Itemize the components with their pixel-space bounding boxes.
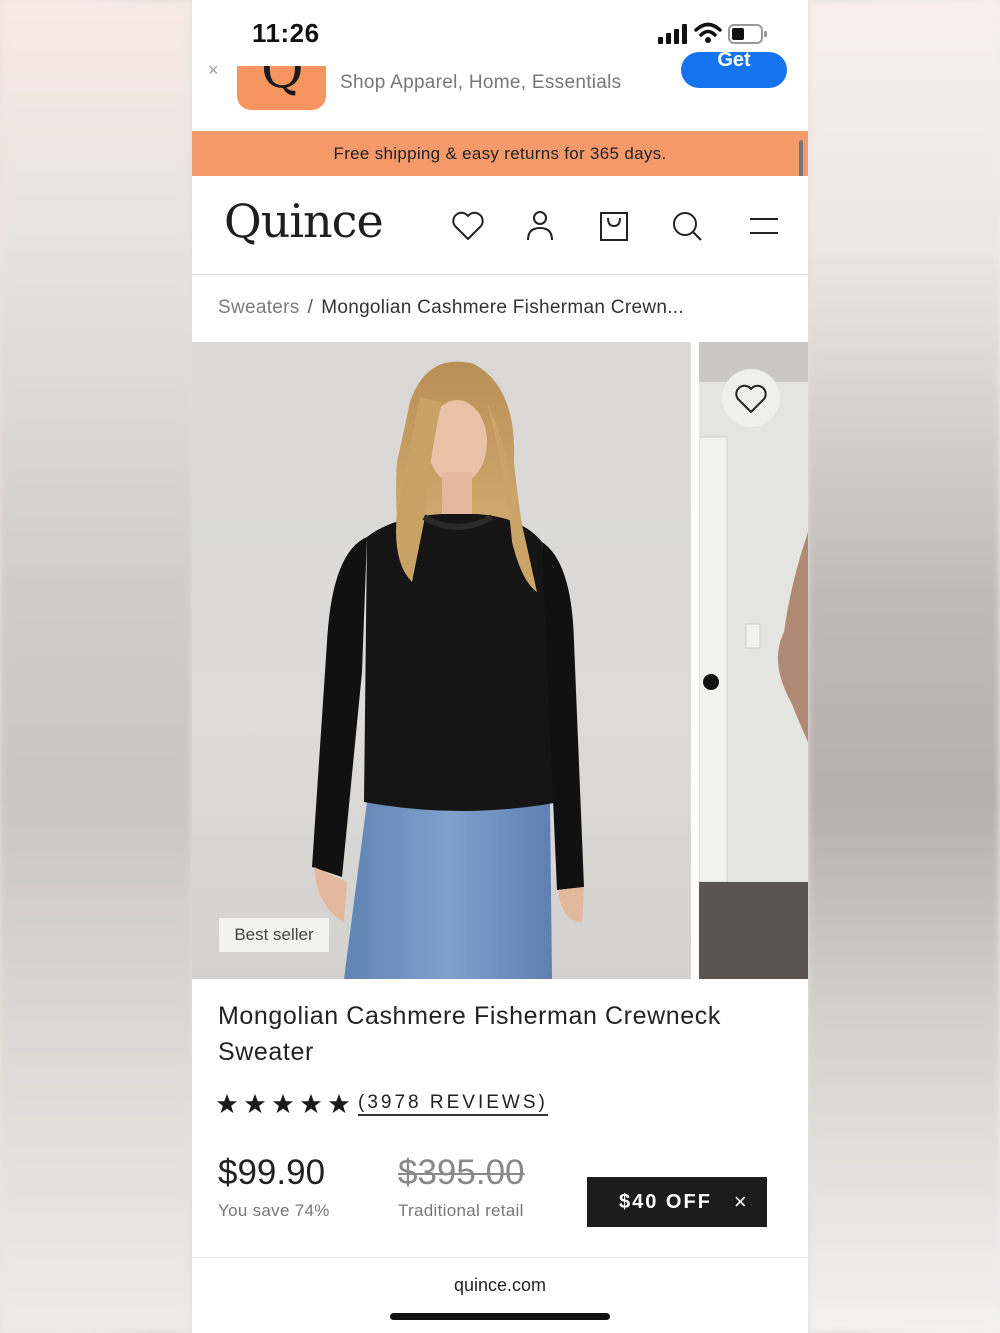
app-icon-letter: Q xyxy=(261,66,304,100)
home-indicator[interactable] xyxy=(390,1313,610,1320)
breadcrumb: Sweaters / Mongolian Cashmere Fisherman Cr… xyxy=(218,297,684,319)
discount-offer-button[interactable]: $40 OFF × xyxy=(587,1177,767,1227)
get-app-button[interactable]: Get xyxy=(681,52,787,88)
quince-app-icon: Q xyxy=(237,66,326,110)
savings-text: You save 74% xyxy=(218,1201,330,1220)
divider xyxy=(192,1257,808,1258)
account-icon[interactable] xyxy=(522,208,558,244)
heart-icon[interactable] xyxy=(450,208,486,244)
browser-url[interactable]: quince.com xyxy=(192,1275,808,1296)
discount-label: $40 OFF xyxy=(619,1190,712,1213)
promo-text: Free shipping & easy returns for 365 day… xyxy=(333,144,667,163)
background-right xyxy=(808,0,1000,1333)
product-title: Mongolian Cashmere Fisherman Crewneck Sw… xyxy=(218,1002,721,1066)
sale-price: $99.90 xyxy=(218,1153,326,1192)
app-install-banner: × Q Shop Apparel, Home, Essentials Get xyxy=(192,52,808,132)
heart-icon xyxy=(735,384,767,413)
star-icon xyxy=(328,1093,350,1114)
product-image-main[interactable] xyxy=(192,342,691,979)
search-icon[interactable] xyxy=(669,208,705,244)
product-photo-next xyxy=(699,342,808,979)
status-time: 11:26 xyxy=(252,18,320,48)
breadcrumb-separator: / xyxy=(307,297,314,318)
cellular-signal-icon xyxy=(658,24,687,44)
close-icon[interactable]: × xyxy=(734,1189,747,1215)
app-banner-description: Shop Apparel, Home, Essentials xyxy=(340,72,622,93)
phone-screen: 11:26 × Q Shop Apparel, Home, Essentials… xyxy=(192,0,808,1333)
star-icon xyxy=(216,1093,238,1114)
promo-banner: Free shipping & easy returns for 365 day… xyxy=(192,131,808,176)
star-icon xyxy=(300,1093,322,1114)
product-rating[interactable]: (3978 REVIEWS) xyxy=(216,1092,548,1116)
reviews-link[interactable]: (3978 REVIEWS) xyxy=(358,1092,548,1116)
product-image-next[interactable] xyxy=(699,342,808,979)
traditional-retail-label: Traditional retail xyxy=(398,1201,524,1220)
background-left xyxy=(0,0,192,1333)
get-app-label: Get xyxy=(717,52,751,71)
product-photo xyxy=(312,361,584,979)
best-seller-badge: Best seller xyxy=(219,918,329,952)
breadcrumb-current: Mongolian Cashmere Fisherman Crewn... xyxy=(321,297,684,318)
menu-icon[interactable] xyxy=(748,208,784,244)
quince-logo[interactable]: Quince xyxy=(224,194,384,248)
shopping-bag-icon[interactable] xyxy=(596,208,632,244)
wifi-icon xyxy=(694,22,722,43)
star-icon xyxy=(244,1093,266,1114)
star-icon xyxy=(272,1093,294,1114)
close-icon[interactable]: × xyxy=(208,60,219,81)
battery-icon xyxy=(728,24,767,44)
breadcrumb-category[interactable]: Sweaters xyxy=(218,297,300,318)
wishlist-button[interactable] xyxy=(722,369,780,427)
reviews-count: (3978 REVIEWS) xyxy=(358,1092,548,1116)
site-header: Quince xyxy=(192,176,808,275)
traditional-retail-price: $395.00 xyxy=(398,1153,525,1192)
